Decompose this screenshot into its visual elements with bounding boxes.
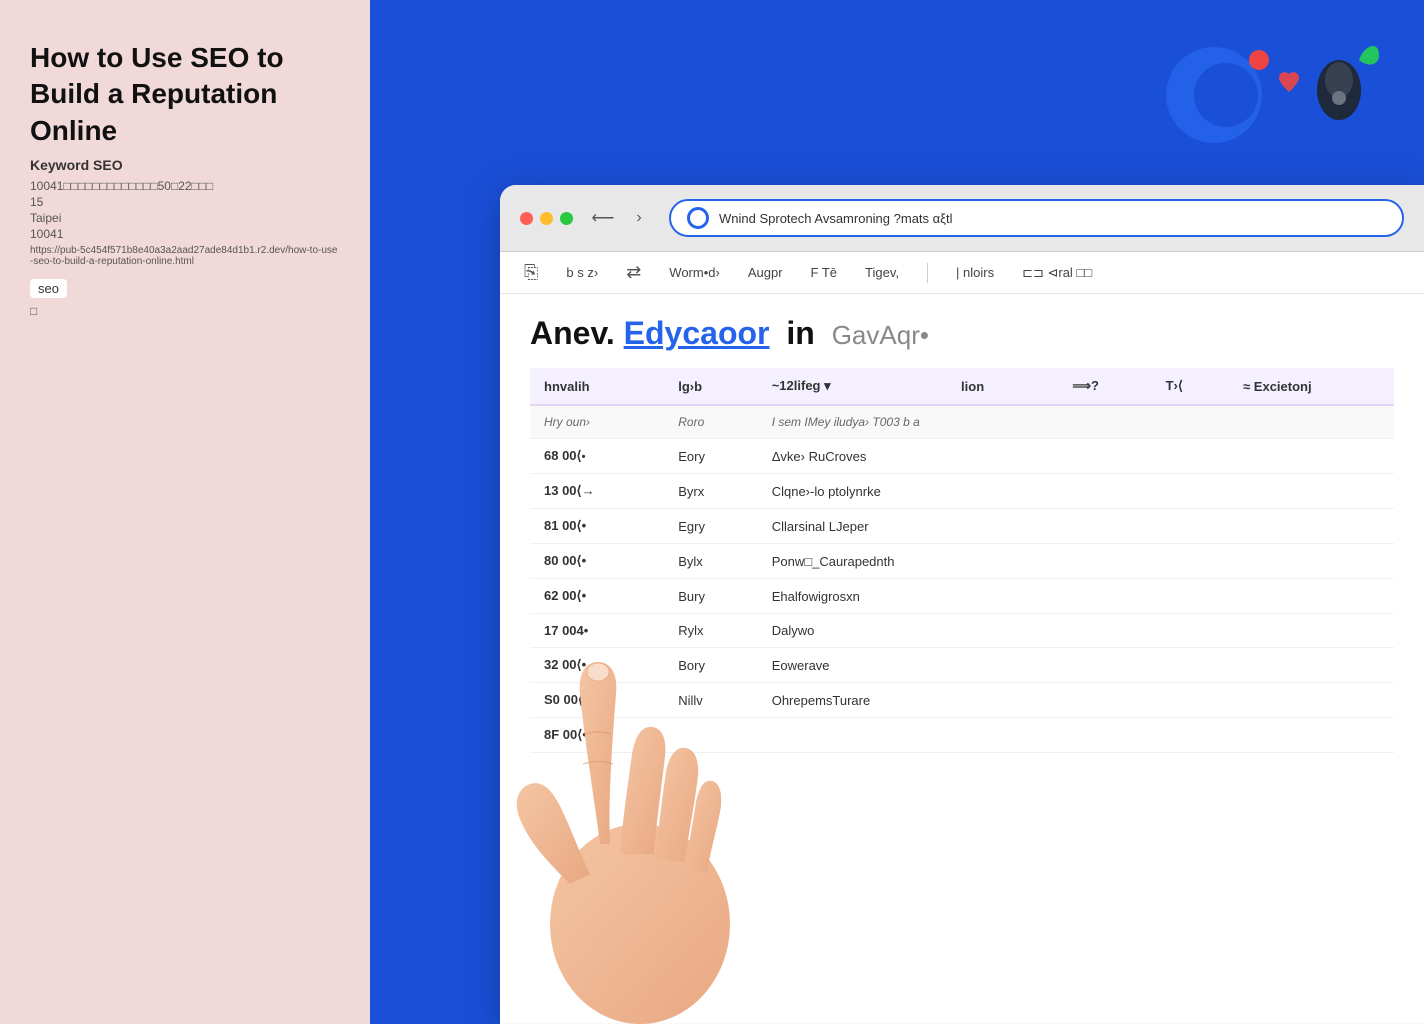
col-header-5: ⟹? [1058,368,1151,405]
toolbar-item-1[interactable]: b s z› [566,265,598,280]
col-header-7: ≈ Excietonj [1229,368,1394,405]
left-panel: How to Use SEO to Build a Reputation Onl… [0,0,370,1024]
cell-desc-8: OhrepemsTurare [758,683,1394,718]
col-header-1: hnvalih [530,368,664,405]
close-button[interactable] [520,212,533,225]
browser-chrome: ⟵ › Wnind Sprotech Avsamroning ?mats αξt… [500,185,1424,252]
hand-svg [500,544,800,1024]
toolbar-separator [927,263,928,283]
right-area: ⟵ › Wnind Sprotech Avsamroning ?mats αξt… [370,0,1424,1024]
cell-type-2: Byrx [664,474,757,509]
toolbar-icon-1[interactable]: ⎘ [524,262,538,283]
col-header-3: ~12lifeg ▾ [758,368,947,405]
browser-window: ⟵ › Wnind Sprotech Avsamroning ?mats αξt… [500,185,1424,1024]
content-title: Anev. Edycaoor in GavAqr• [530,314,1394,352]
cell-desc-9 [758,718,1394,753]
meta-line1: 10041□□□□□□□□□□□□□50□22□□□ [30,179,340,193]
toolbar-item-worm[interactable]: Worm•d› [669,265,720,280]
cell-metric-2: 13 00⟨→ [530,474,664,509]
cell-desc-1: Δvke› RuCroves [758,439,1394,474]
meta-city: Taipei [30,211,340,225]
col-header-2: lg›b [664,368,757,405]
subheader-6 [1229,405,1394,439]
title-part3: GavAqr• [832,320,929,350]
meta-url: https://pub-5c454f571b8e40a3a2aad27ade84… [30,245,340,267]
title-highlighted: Edycaoor [624,315,770,351]
cell-desc-2: Clqne›-lo ptolynrke [758,474,1394,509]
brand-logos-svg [1164,30,1384,160]
hand-overlay [500,524,820,1024]
nav-controls: ⟵ › [589,204,653,232]
address-text: Wnind Sprotech Avsamroning ?mats αξtl [719,211,1386,226]
subheader-1: Hry oun› [530,405,664,439]
keyword-label: Keyword SEO [30,157,340,173]
seo-tag: seo [30,279,67,298]
page-title: How to Use SEO to Build a Reputation Onl… [30,40,340,149]
table-row: 68 00⟨• Eory Δvke› RuCroves [530,439,1394,474]
address-bar[interactable]: Wnind Sprotech Avsamroning ?mats αξtl [669,199,1404,237]
table-header-row: hnvalih lg›b ~12lifeg ▾ lion ⟹? T›⟨ ≈ Ex… [530,368,1394,405]
content-header: Anev. Edycaoor in GavAqr• [530,314,1394,352]
meta-postal: 10041 [30,227,340,241]
col-header-6: T›⟨ [1152,368,1229,405]
traffic-lights [520,212,573,225]
title-part1: Anev. [530,315,615,351]
cell-type-1: Eory [664,439,757,474]
cell-desc-3: Cllarsinal LJeper [758,509,1394,544]
subheader-5 [1152,405,1229,439]
subheader-4 [1058,405,1151,439]
subheader-2: Roro [664,405,757,439]
toolbar-item-te[interactable]: F Tē [811,265,838,280]
cell-metric-1: 68 00⟨• [530,439,664,474]
toolbar-item-tigev[interactable]: Tigev, [865,265,899,280]
table-subheader-row: Hry oun› Roro I sem IMey iludya› T003 b … [530,405,1394,439]
cell-desc-6: Dalywo [758,614,1394,648]
subheader-3: I sem IMey iludya› T003 b a [758,405,1059,439]
address-circle-icon [687,207,709,229]
meta-line2: 15 [30,195,340,209]
cell-desc-4: Ponw□_Caurapednth [758,544,1394,579]
title-part2: in [786,315,814,351]
cell-desc-7: Eowerave [758,648,1394,683]
col-header-4: lion [947,368,1058,405]
toolbar-item-augpr[interactable]: Augpr [748,265,783,280]
minimize-button[interactable] [540,212,553,225]
table-row: 13 00⟨→ Byrx Clqne›-lo ptolynrke [530,474,1394,509]
toolbar-icon-2[interactable]: ⇄ [626,262,641,283]
back-icon[interactable]: ⟵ [589,204,617,232]
toolbar-item-nloirs[interactable]: | nloirs [956,265,994,280]
brand-icons-area [1164,30,1384,160]
browser-toolbar: ⎘ b s z› ⇄ Worm•d› Augpr F Tē Tigev, | n… [500,252,1424,294]
maximize-button[interactable] [560,212,573,225]
forward-icon[interactable]: › [625,204,653,232]
cell-desc-5: Ehalfowigrosxn [758,579,1394,614]
toolbar-item-aral[interactable]: ⊏⊐ ⊲ral □□ [1022,265,1092,281]
icon-placeholder: □ [30,304,340,318]
